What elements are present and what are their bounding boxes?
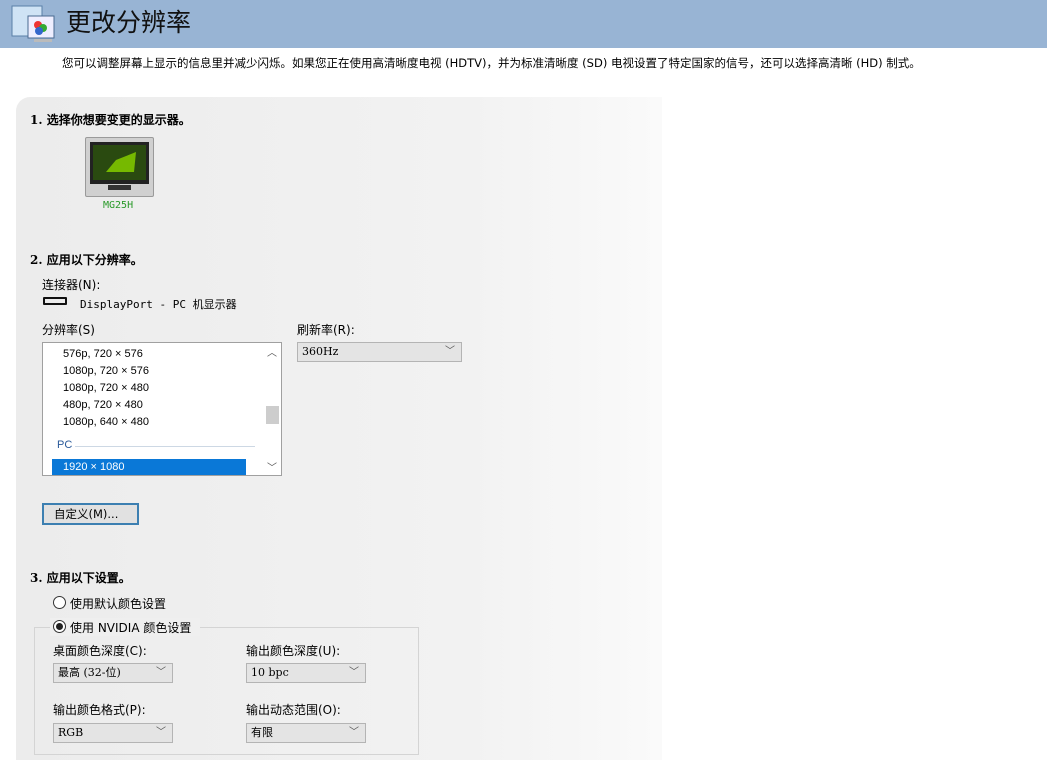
scrollbar[interactable]: ︿ ﹀ bbox=[264, 343, 281, 475]
display-tile-mg25h[interactable] bbox=[85, 137, 154, 197]
desktop-depth-label: 桌面颜色深度(C): bbox=[53, 642, 147, 659]
step3-heading: 3. 应用以下设置。 bbox=[30, 569, 131, 586]
output-range-label: 输出动态范围(O): bbox=[246, 701, 341, 718]
chevron-down-icon: ﹀ bbox=[349, 724, 359, 742]
monitor-icon bbox=[86, 138, 153, 196]
resolution-item[interactable]: 1080p, 720 × 576 bbox=[63, 365, 149, 377]
resolution-item[interactable]: 480p, 720 × 480 bbox=[63, 399, 143, 411]
customize-button[interactable]: 自定义(M)... bbox=[42, 503, 139, 525]
page-title: 更改分辨率 bbox=[66, 3, 191, 39]
resolution-listbox[interactable]: 576p, 720 × 576 1080p, 720 × 576 1080p, … bbox=[42, 342, 282, 476]
output-format-value: RGB bbox=[58, 726, 83, 739]
display-name: MG25H bbox=[103, 200, 133, 211]
radio-default-color[interactable] bbox=[53, 596, 66, 609]
chevron-down-icon: ﹀ bbox=[156, 724, 166, 742]
step1-heading: 1. 选择你想要变更的显示器。 bbox=[30, 111, 191, 128]
chevron-down-icon: ﹀ bbox=[156, 664, 166, 682]
radio-nvidia-label: 使用 NVIDIA 颜色设置 bbox=[70, 619, 191, 636]
output-range-value: 有限 bbox=[251, 726, 273, 739]
desktop-depth-dropdown[interactable]: 最高 (32-位) ﹀ bbox=[53, 663, 173, 683]
refresh-rate-label: 刷新率(R): bbox=[297, 321, 355, 338]
output-depth-dropdown[interactable]: 10 bpc ﹀ bbox=[246, 663, 366, 683]
resolution-item-selected[interactable]: 1920 × 1080 bbox=[52, 459, 246, 475]
display-settings-icon bbox=[10, 4, 58, 49]
scrollbar-thumb[interactable] bbox=[266, 406, 279, 424]
scroll-down-icon[interactable]: ﹀ bbox=[267, 459, 277, 474]
output-depth-label: 输出颜色深度(U): bbox=[246, 642, 340, 659]
radio-nvidia-color[interactable] bbox=[53, 620, 66, 633]
resolution-label: 分辨率(S) bbox=[42, 321, 95, 338]
resolution-item[interactable]: 1080p, 720 × 480 bbox=[63, 382, 149, 394]
step2-heading: 2. 应用以下分辨率。 bbox=[30, 251, 143, 268]
refresh-rate-value: 360Hz bbox=[302, 345, 338, 358]
output-depth-value: 10 bpc bbox=[251, 666, 289, 679]
connector-label: 连接器(N): bbox=[42, 276, 100, 293]
scroll-up-icon[interactable]: ︿ bbox=[267, 344, 277, 359]
connector-value: DisplayPort - PC 机显示器 bbox=[80, 296, 237, 312]
chevron-down-icon: ﹀ bbox=[349, 664, 359, 682]
radio-default-label: 使用默认颜色设置 bbox=[70, 595, 166, 612]
chevron-down-icon: ﹀ bbox=[445, 343, 455, 361]
group-divider bbox=[75, 446, 255, 447]
refresh-rate-dropdown[interactable]: 360Hz ﹀ bbox=[297, 342, 462, 362]
resolution-group-pc: PC bbox=[57, 439, 72, 451]
displayport-icon bbox=[43, 297, 67, 305]
resolution-item[interactable]: 576p, 720 × 576 bbox=[63, 348, 143, 360]
resolution-item[interactable]: 1080p, 640 × 480 bbox=[63, 416, 149, 428]
output-format-dropdown[interactable]: RGB ﹀ bbox=[53, 723, 173, 743]
output-range-dropdown[interactable]: 有限 ﹀ bbox=[246, 723, 366, 743]
output-format-label: 输出颜色格式(P): bbox=[53, 701, 146, 718]
page-description: 您可以调整屏幕上显示的信息里并减少闪烁。如果您正在使用高清晰度电视 (HDTV)… bbox=[62, 55, 921, 71]
desktop-depth-value: 最高 (32-位) bbox=[58, 666, 121, 679]
